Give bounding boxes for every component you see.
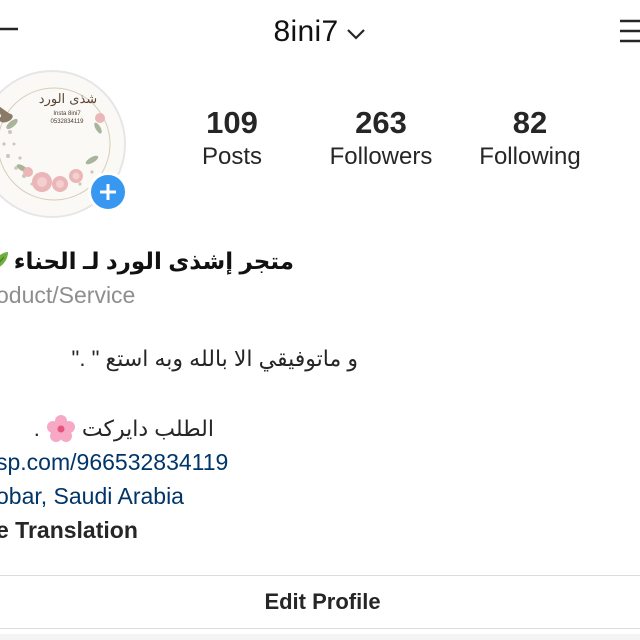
cherry-blossom-icon bbox=[46, 415, 75, 442]
chevron-down-icon[interactable] bbox=[346, 27, 366, 41]
bio-location-link[interactable]: obar, Saudi Arabia bbox=[0, 483, 184, 510]
profile-category: oduct/Service bbox=[0, 282, 136, 308]
bottom-divider bbox=[0, 634, 640, 640]
profile-name: متجر إشذى الورد لـ الحناء bbox=[0, 243, 294, 279]
posts-label: Posts bbox=[201, 143, 263, 170]
following-count: 82 bbox=[512, 105, 548, 140]
followers-label: Followers bbox=[329, 143, 433, 170]
avatar-logo-title: شذى الورد bbox=[38, 92, 98, 107]
plus-icon bbox=[100, 184, 116, 200]
followers-stat[interactable]: 263 Followers bbox=[311, 104, 451, 172]
bio-website-link[interactable]: sp.com/966532834119 bbox=[0, 449, 228, 476]
posts-stat[interactable]: 109 Posts bbox=[162, 104, 302, 172]
avatar-logo-subtitle: Insta 8ini7 0532834119 bbox=[50, 111, 84, 125]
see-translation-link[interactable]: e Translation bbox=[0, 517, 138, 544]
bio-quote: و ماتوفيقي الا بالله وبه استع " ." bbox=[71, 346, 358, 371]
bio-order-line: الطلب دايركت . bbox=[34, 414, 214, 444]
edit-profile-label: Edit Profile bbox=[264, 589, 381, 614]
followers-count: 263 bbox=[355, 105, 407, 140]
edit-profile-button[interactable]: Edit Profile bbox=[0, 575, 640, 629]
following-stat[interactable]: 82 Following bbox=[460, 104, 600, 172]
hamburger-menu-icon[interactable] bbox=[620, 18, 640, 44]
bio-order-suffix: . bbox=[33, 416, 40, 441]
leaf-icon bbox=[0, 252, 8, 267]
posts-count: 109 bbox=[206, 105, 258, 140]
bio-order-text: الطلب دايركت bbox=[81, 416, 214, 441]
username-title[interactable]: 8ini7 bbox=[274, 15, 339, 49]
profile-name-text: متجر إشذى الورد لـ الحناء bbox=[13, 247, 294, 274]
following-label: Following bbox=[479, 143, 581, 170]
account-switcher[interactable]: 8ini7 bbox=[0, 12, 640, 52]
add-story-button[interactable] bbox=[88, 172, 128, 212]
